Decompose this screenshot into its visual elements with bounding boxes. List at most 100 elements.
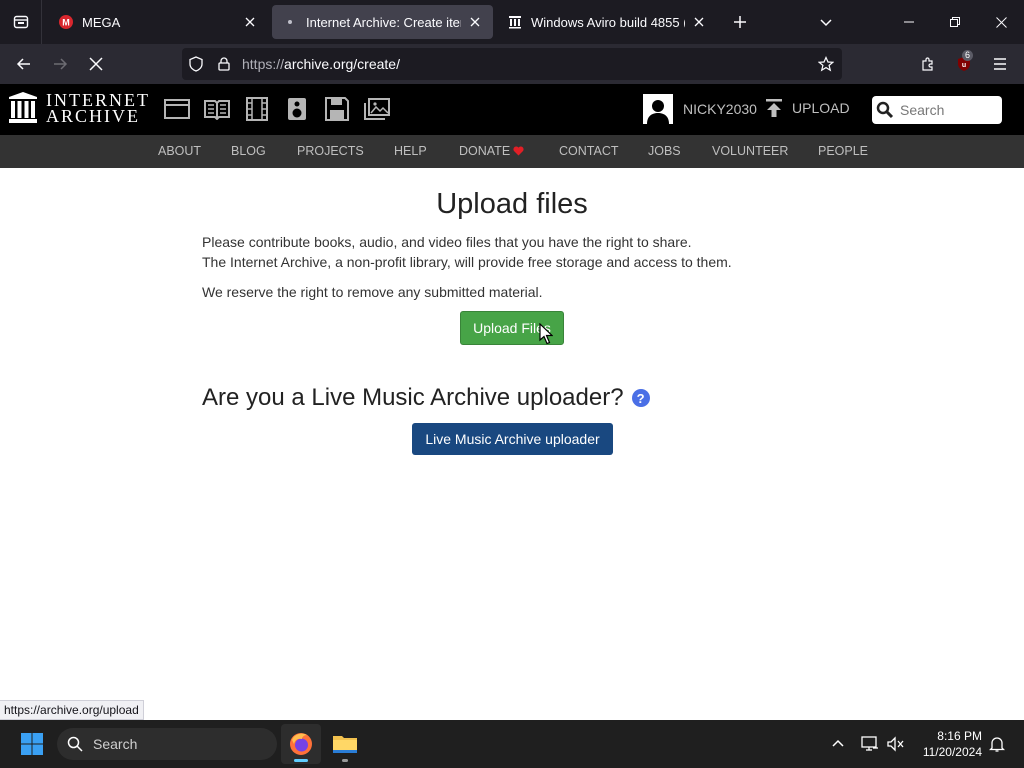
close-window-button[interactable] xyxy=(978,0,1024,44)
video-film-icon[interactable] xyxy=(244,96,270,122)
loading-dot-icon xyxy=(282,14,298,30)
minimize-icon xyxy=(904,21,914,23)
firefox-view-button[interactable] xyxy=(0,0,42,44)
mega-icon: M xyxy=(58,14,74,30)
ia-secondary-nav: ABOUT BLOG PROJECTS HELP DONATE CONTACT … xyxy=(0,135,1024,168)
new-tab-button[interactable] xyxy=(724,6,756,38)
notifications-button[interactable] xyxy=(985,732,1009,756)
user-menu[interactable]: NICKY2030 xyxy=(643,94,757,124)
windows-taskbar: Search 8:16 PM 11/20/2024 xyxy=(0,720,1024,768)
bookmark-star-icon[interactable] xyxy=(812,48,840,80)
tab-title: Internet Archive: Create item xyxy=(306,14,461,30)
software-floppy-icon[interactable] xyxy=(324,96,350,122)
restore-icon xyxy=(950,17,960,27)
address-bar[interactable]: https://archive.org/create/ xyxy=(182,48,842,80)
nav-contact[interactable]: CONTACT xyxy=(559,144,619,158)
nav-donate[interactable]: DONATE xyxy=(459,144,510,158)
arrow-left-icon xyxy=(16,58,30,70)
heart-icon xyxy=(513,146,524,156)
volume-muted-button[interactable] xyxy=(884,732,908,756)
taskbar-firefox[interactable] xyxy=(281,724,321,764)
close-icon xyxy=(89,57,103,71)
nav-about[interactable]: ABOUT xyxy=(158,144,201,158)
firefox-icon xyxy=(290,733,312,755)
images-icon[interactable] xyxy=(364,96,390,122)
audio-speaker-icon[interactable] xyxy=(284,96,310,122)
back-button[interactable] xyxy=(8,48,40,80)
lma-heading: Are you a Live Music Archive uploader? ? xyxy=(202,384,650,412)
upload-link[interactable]: UPLOAD xyxy=(764,98,850,118)
tab-internet-archive-create[interactable]: Internet Archive: Create item xyxy=(272,5,493,39)
username: NICKY2030 xyxy=(683,101,757,117)
page-title: Upload files xyxy=(436,188,588,220)
chevron-up-icon xyxy=(832,739,844,747)
url-text[interactable]: https://archive.org/create/ xyxy=(242,56,400,72)
network-status-button[interactable] xyxy=(858,732,882,756)
nav-help[interactable]: HELP xyxy=(394,144,427,158)
tab-windows-aviro[interactable]: Windows Aviro build 4855 (Mil xyxy=(497,5,717,39)
ia-search-box[interactable] xyxy=(872,96,1002,124)
search-icon xyxy=(67,736,83,752)
nav-people[interactable]: PEOPLE xyxy=(818,144,868,158)
help-question-icon[interactable]: ? xyxy=(631,389,650,407)
tab-title: Windows Aviro build 4855 (Mil xyxy=(531,14,685,30)
extension-badge-count: 6 xyxy=(962,50,974,61)
tab-mega[interactable]: M MEGA xyxy=(48,5,268,39)
tracking-protection-shield-icon[interactable] xyxy=(182,48,210,80)
browser-tab-strip: M MEGA Internet Archive: Create item Win… xyxy=(0,0,1024,44)
clock-date: 11/20/2024 xyxy=(922,745,982,759)
texts-book-icon[interactable] xyxy=(204,96,230,122)
open-app-indicator xyxy=(342,759,348,762)
forward-button[interactable] xyxy=(44,48,76,80)
intro-line-1: Please contribute books, audio, and vide… xyxy=(202,234,692,250)
mouse-cursor-icon xyxy=(539,323,553,345)
svg-text:M: M xyxy=(62,18,70,28)
windows-logo-icon xyxy=(21,733,43,755)
ia-search-input[interactable] xyxy=(900,102,996,118)
archive-building-icon xyxy=(507,14,523,30)
lock-icon[interactable] xyxy=(210,48,238,80)
minimize-button[interactable] xyxy=(886,0,932,44)
browser-nav-bar: https://archive.org/create/ u 6 xyxy=(0,44,1024,84)
search-icon xyxy=(876,101,894,119)
restore-button[interactable] xyxy=(932,0,978,44)
hamburger-menu-icon xyxy=(994,58,1006,70)
system-clock[interactable]: 8:16 PM 11/20/2024 xyxy=(914,728,982,760)
ia-top-nav: INTERNET ARCHIVE NICKY2030 UPLOAD xyxy=(0,84,1024,135)
taskbar-search[interactable]: Search xyxy=(57,728,277,760)
firefox-view-icon xyxy=(13,15,28,29)
nav-blog[interactable]: BLOG xyxy=(231,144,266,158)
close-tab-icon[interactable] xyxy=(467,14,483,30)
url-host: archive.org/create/ xyxy=(284,56,400,72)
clock-time: 8:16 PM xyxy=(937,729,982,743)
chevron-down-icon xyxy=(820,19,832,27)
ia-logo-line2: ARCHIVE xyxy=(46,106,140,126)
web-icon[interactable] xyxy=(164,96,190,122)
close-icon xyxy=(995,16,1007,28)
reserve-notice: We reserve the right to remove any submi… xyxy=(202,284,543,300)
nav-jobs[interactable]: JOBS xyxy=(648,144,681,158)
list-all-tabs-button[interactable] xyxy=(810,6,842,38)
app-menu-button[interactable] xyxy=(984,48,1016,80)
close-tab-icon[interactable] xyxy=(691,14,707,30)
show-hidden-icons-button[interactable] xyxy=(826,732,850,756)
internet-archive-logo[interactable]: INTERNET ARCHIVE xyxy=(8,91,150,126)
start-button[interactable] xyxy=(12,724,52,764)
puzzle-icon xyxy=(922,57,933,71)
lma-heading-text: Are you a Live Music Archive uploader? xyxy=(202,384,624,411)
taskbar-file-explorer[interactable] xyxy=(325,724,365,764)
plus-icon xyxy=(734,16,746,28)
stop-loading-button[interactable] xyxy=(80,48,112,80)
archive-building-icon xyxy=(9,92,37,123)
user-silhouette-icon xyxy=(647,100,669,124)
close-tab-icon[interactable] xyxy=(242,14,258,30)
speaker-muted-icon xyxy=(887,736,904,752)
svg-text:u: u xyxy=(962,62,966,69)
nav-volunteer[interactable]: VOLUNTEER xyxy=(712,144,788,158)
taskbar-search-label: Search xyxy=(93,736,138,752)
nav-projects[interactable]: PROJECTS xyxy=(297,144,364,158)
url-scheme: https:// xyxy=(242,56,285,72)
live-music-archive-uploader-button[interactable]: Live Music Archive uploader xyxy=(412,423,613,455)
bell-icon xyxy=(989,737,1005,752)
extensions-button[interactable] xyxy=(912,48,944,80)
